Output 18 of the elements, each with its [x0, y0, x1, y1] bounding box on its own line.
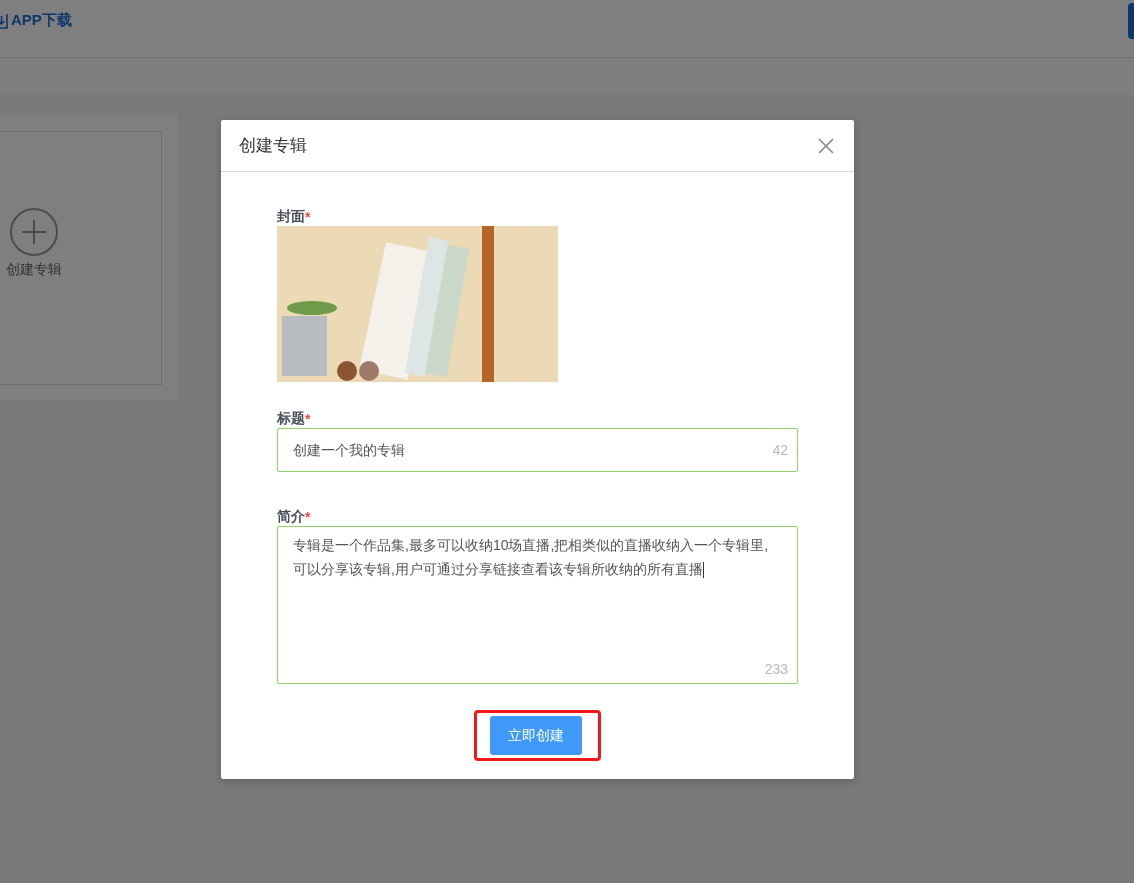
- description-textarea[interactable]: 专辑是一个作品集,最多可以收纳10场直播,把相类似的直播收纳入一个专辑里,可以分享该专辑,用户可通过分享链接查看该专辑所收纳的所有直播 233: [277, 526, 798, 684]
- create-now-button[interactable]: 立即创建: [490, 716, 582, 755]
- character-counter: 233: [764, 660, 788, 679]
- create-album-label: 创建专辑: [6, 261, 62, 279]
- field-label: 标题: [277, 410, 305, 428]
- character-counter: 42: [772, 441, 788, 460]
- app-download-link[interactable]: APP下载: [11, 11, 72, 30]
- photo-placeholder[interactable]: [277, 226, 558, 382]
- create-album-tile[interactable]: 创建专辑: [0, 131, 162, 385]
- required-mark: *: [305, 209, 311, 225]
- close-icon[interactable]: [818, 137, 834, 154]
- plus-circle-icon: [9, 207, 59, 257]
- field-label: 封面: [277, 208, 305, 226]
- field-label: 简介: [277, 508, 305, 526]
- required-mark: *: [305, 509, 311, 525]
- dialog-title: 创建专辑: [239, 135, 307, 157]
- required-mark: *: [305, 411, 311, 427]
- title-input-field[interactable]: 创建一个我的专辑 42: [277, 428, 798, 472]
